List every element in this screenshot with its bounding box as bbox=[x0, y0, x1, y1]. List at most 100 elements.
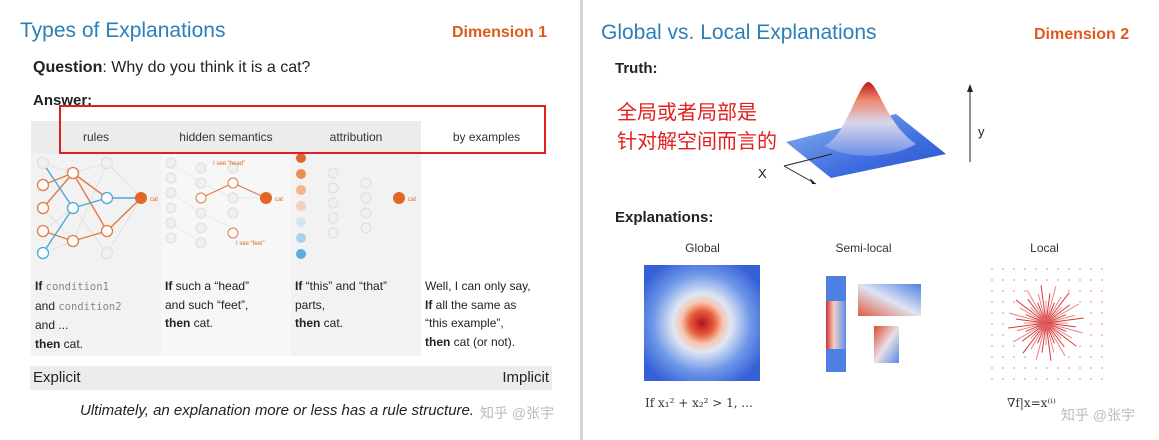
field-dot bbox=[1090, 268, 1092, 270]
field-dot bbox=[1068, 367, 1070, 369]
column-hidden-semantics: hidden semantics cat I see “head” I see … bbox=[161, 121, 291, 356]
field-dot bbox=[1024, 378, 1026, 380]
svg-text:I see “feet”: I see “feet” bbox=[236, 241, 265, 247]
field-dot bbox=[1002, 301, 1004, 303]
semi-local-explanation-panels bbox=[826, 276, 921, 372]
field-dot bbox=[991, 323, 993, 325]
field-dot bbox=[1024, 268, 1026, 270]
field-dot bbox=[1090, 279, 1092, 281]
field-dot bbox=[1057, 367, 1059, 369]
field-dot bbox=[1013, 367, 1015, 369]
column-rules: rules cat If condition1 and condition2 a… bbox=[31, 121, 161, 356]
global-explanation-heatmap bbox=[644, 265, 760, 381]
global-formula: If x₁² + x₂² > 1, ... bbox=[645, 396, 753, 410]
field-dot bbox=[1079, 290, 1081, 292]
attribution-text: If “this” and “that” parts, then cat. bbox=[295, 279, 388, 330]
by-examples-text: Well, I can only say, If all the same as… bbox=[425, 279, 531, 349]
footer-statement: Ultimately, an explanation more or less … bbox=[80, 402, 475, 419]
field-dot bbox=[1035, 279, 1037, 281]
truth-label: Truth: bbox=[615, 60, 658, 77]
field-dot bbox=[1024, 290, 1026, 292]
field-dot bbox=[1079, 345, 1081, 347]
field-dot bbox=[1101, 290, 1103, 292]
question-label: Question bbox=[33, 59, 103, 76]
implicit-label: Implicit bbox=[502, 369, 549, 386]
watermark: 知乎 @张宇 bbox=[1061, 407, 1136, 423]
svg-text:cat: cat bbox=[408, 197, 416, 203]
field-dot bbox=[1013, 356, 1015, 358]
field-dot bbox=[1024, 356, 1026, 358]
field-dot bbox=[1101, 301, 1103, 303]
field-dot bbox=[1090, 301, 1092, 303]
explanations-label: Explanations: bbox=[615, 209, 714, 226]
field-dot bbox=[1090, 334, 1092, 336]
field-dot bbox=[991, 356, 993, 358]
field-dot bbox=[1079, 367, 1081, 369]
column-by-examples: by examples Well, I can only say, If all… bbox=[421, 121, 552, 356]
field-dot bbox=[1079, 279, 1081, 281]
question-text: : Why do you think it is a cat? bbox=[102, 59, 311, 76]
field-dot bbox=[1079, 268, 1081, 270]
svg-text:y: y bbox=[978, 124, 985, 139]
explicit-implicit-scale: Explicit Implicit bbox=[30, 366, 552, 390]
field-dot bbox=[1002, 279, 1004, 281]
slide-title: Global vs. Local Explanations bbox=[601, 21, 877, 44]
watermark: 知乎 @张宇 bbox=[480, 405, 555, 421]
field-dot bbox=[1046, 279, 1048, 281]
svg-text:cat: cat bbox=[275, 197, 283, 203]
panel-title-semi-local: Semi-local bbox=[835, 241, 892, 255]
field-dot bbox=[1101, 345, 1103, 347]
field-dot bbox=[1068, 378, 1070, 380]
field-dot bbox=[1090, 367, 1092, 369]
field-dot bbox=[1101, 356, 1103, 358]
field-dot bbox=[1002, 356, 1004, 358]
field-dot bbox=[1057, 268, 1059, 270]
field-dot bbox=[1002, 290, 1004, 292]
field-dot bbox=[991, 290, 993, 292]
field-dot bbox=[1090, 290, 1092, 292]
field-dot bbox=[1101, 367, 1103, 369]
field-dot bbox=[991, 301, 993, 303]
field-dot bbox=[1068, 268, 1070, 270]
svg-text:X: X bbox=[758, 166, 767, 181]
panel-title-local: Local bbox=[1030, 241, 1059, 255]
field-dot bbox=[1068, 356, 1070, 358]
question: Question: Why do you think it is a cat? bbox=[33, 59, 310, 77]
field-dot bbox=[1002, 312, 1004, 314]
field-dot bbox=[1013, 268, 1015, 270]
panel-title-global: Global bbox=[685, 241, 720, 255]
field-dot bbox=[1068, 279, 1070, 281]
field-dot bbox=[1068, 290, 1070, 292]
rules-text: If condition1 and condition2 and ... the… bbox=[35, 279, 122, 351]
field-dot bbox=[1013, 301, 1015, 303]
field-dot bbox=[1101, 334, 1103, 336]
local-explanation-gradient-field bbox=[991, 268, 1103, 380]
field-dot bbox=[1002, 323, 1004, 325]
svg-text:I see “head”: I see “head” bbox=[213, 161, 245, 167]
field-dot bbox=[1024, 367, 1026, 369]
field-dot bbox=[1090, 345, 1092, 347]
field-dot bbox=[991, 334, 993, 336]
field-dot bbox=[1046, 378, 1048, 380]
field-dot bbox=[1079, 378, 1081, 380]
field-dot bbox=[1002, 367, 1004, 369]
field-dot bbox=[1013, 345, 1015, 347]
field-dot bbox=[1002, 378, 1004, 380]
field-dot bbox=[991, 279, 993, 281]
field-dot bbox=[991, 378, 993, 380]
field-dot bbox=[1079, 356, 1081, 358]
field-dot bbox=[1101, 268, 1103, 270]
field-dot bbox=[1090, 312, 1092, 314]
field-dot bbox=[991, 367, 993, 369]
field-dot bbox=[1090, 323, 1092, 325]
svg-text:cat: cat bbox=[150, 197, 158, 203]
field-dot bbox=[1046, 367, 1048, 369]
field-dot bbox=[1090, 378, 1092, 380]
dimension-label: Dimension 2 bbox=[1034, 26, 1130, 43]
field-dot bbox=[1013, 378, 1015, 380]
rules-network-diagram: cat bbox=[36, 157, 158, 260]
field-dot bbox=[1013, 279, 1015, 281]
field-dot bbox=[991, 268, 993, 270]
dimension-label: Dimension 1 bbox=[452, 24, 548, 41]
field-dot bbox=[1046, 268, 1048, 270]
